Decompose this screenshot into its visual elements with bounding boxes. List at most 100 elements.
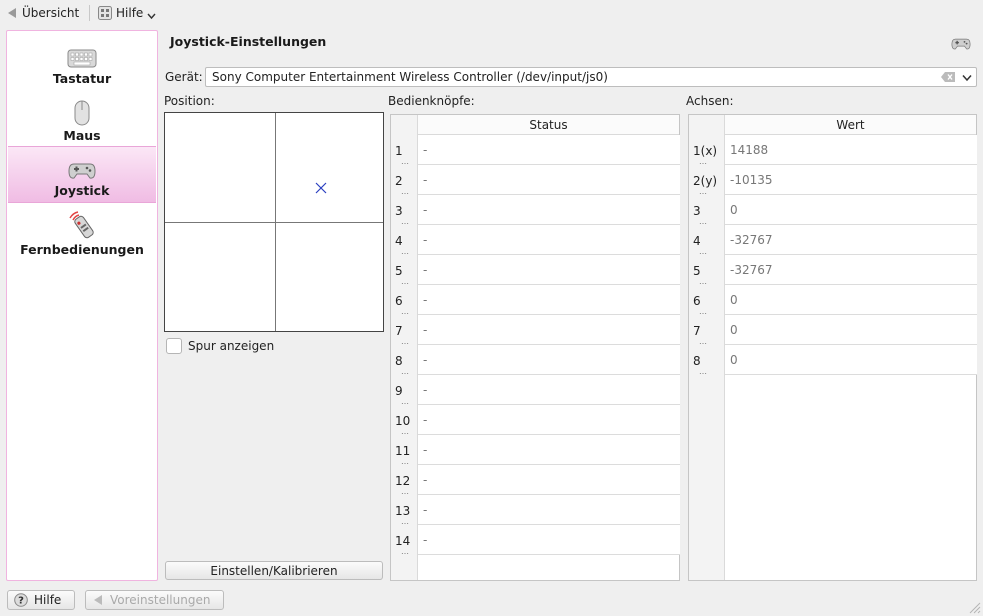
toolbar-separator (89, 5, 90, 21)
table-cell[interactable]: 0 (725, 315, 977, 345)
category-sidebar: Tastatur Maus Joystick Fernbedienungen (6, 30, 158, 581)
row-number: 2(y) (693, 174, 718, 188)
help-grid-icon (98, 6, 112, 20)
row-number: 14 (395, 534, 411, 548)
position-marker-icon (315, 182, 327, 194)
table-cell[interactable]: 14188 (725, 135, 977, 165)
overview-label: Übersicht (22, 6, 80, 20)
row-more-indicator: … (401, 337, 409, 346)
table-cell[interactable]: - (418, 225, 680, 255)
row-number: 1 (395, 144, 403, 158)
axes-table-body: 14188 -10135 0 -32767 -32767 0 0 0 (724, 135, 977, 580)
axes-label: Achsen: (686, 94, 734, 108)
sidebar-item-label: Maus (63, 128, 101, 143)
chevron-down-icon (147, 13, 156, 19)
table-cell[interactable]: - (418, 405, 680, 435)
row-number: 6 (395, 294, 403, 308)
row-number: 6 (693, 294, 701, 308)
device-label: Gerät: (165, 70, 203, 84)
row-number: 10 (395, 414, 411, 428)
sidebar-item-joystick[interactable]: Joystick (8, 146, 156, 203)
row-number: 12 (395, 474, 411, 488)
table-cell[interactable]: - (418, 525, 680, 555)
row-number: 4 (395, 234, 403, 248)
table-cell[interactable]: - (418, 375, 680, 405)
device-select[interactable]: Sony Computer Entertainment Wireless Con… (205, 67, 977, 87)
row-number: 8 (395, 354, 403, 368)
table-cell[interactable]: 0 (725, 345, 977, 375)
row-number: 7 (395, 324, 403, 338)
table-cell[interactable]: - (418, 165, 680, 195)
show-trace-checkbox[interactable]: Spur anzeigen (166, 338, 274, 354)
column-header-value[interactable]: Wert (724, 115, 976, 135)
axes-table: Wert 14188 -10135 0 -32767 -32767 0 0 0 1(x)… 2(… (688, 114, 977, 581)
overview-button[interactable]: Übersicht (6, 3, 79, 23)
svg-text:?: ? (18, 596, 24, 607)
row-more-indicator: … (401, 487, 409, 496)
row-number: 3 (693, 204, 701, 218)
row-more-indicator: … (699, 277, 707, 286)
table-cell[interactable]: - (418, 465, 680, 495)
clear-field-icon[interactable] (940, 71, 956, 83)
table-cell[interactable]: - (418, 315, 680, 345)
chevron-down-icon[interactable] (962, 74, 972, 82)
calibrate-button[interactable]: Einstellen/Kalibrieren (165, 561, 383, 580)
row-number: 9 (395, 384, 403, 398)
sidebar-item-keyboard[interactable]: Tastatur (8, 33, 156, 90)
gamepad-icon (951, 38, 971, 50)
show-trace-label: Spur anzeigen (188, 339, 275, 353)
defaults-button-label: Voreinstellungen (110, 593, 211, 607)
buttons-table-body: -------------- (417, 135, 680, 580)
row-more-indicator: … (401, 217, 409, 226)
row-more-indicator: … (401, 247, 409, 256)
row-number: 3 (395, 204, 403, 218)
row-number: 8 (693, 354, 701, 368)
checkbox-box[interactable] (166, 338, 182, 354)
back-arrow-icon (94, 595, 102, 605)
row-more-indicator: … (401, 157, 409, 166)
table-cell[interactable]: - (418, 285, 680, 315)
table-cell[interactable]: - (418, 255, 680, 285)
table-cell[interactable]: - (418, 495, 680, 525)
row-number: 13 (395, 504, 411, 518)
row-more-indicator: … (401, 457, 409, 466)
row-more-indicator: … (401, 517, 409, 526)
defaults-button[interactable]: Voreinstellungen (85, 590, 224, 610)
column-header-status[interactable]: Status (417, 115, 679, 135)
row-more-indicator: … (401, 277, 409, 286)
sidebar-item-remote[interactable]: Fernbedienungen (8, 204, 156, 261)
sidebar-item-mouse[interactable]: Maus (8, 90, 156, 147)
row-more-indicator: … (699, 337, 707, 346)
table-cell[interactable]: -32767 (725, 225, 977, 255)
table-cell[interactable]: -32767 (725, 255, 977, 285)
row-number: 5 (395, 264, 403, 278)
pad-horizontal-axis (165, 222, 383, 223)
help-menu-label: Hilfe (116, 6, 144, 20)
buttons-label: Bedienknöpfe: (388, 94, 475, 108)
table-cell[interactable]: - (418, 135, 680, 165)
sidebar-item-label: Fernbedienungen (20, 242, 144, 257)
help-menu-button[interactable]: Hilfe (98, 3, 156, 23)
resize-grip-icon[interactable] (967, 600, 981, 614)
table-cell[interactable]: 0 (725, 285, 977, 315)
row-more-indicator: … (401, 427, 409, 436)
device-value: Sony Computer Entertainment Wireless Con… (212, 70, 608, 84)
row-number: 11 (395, 444, 411, 458)
row-more-indicator: … (699, 187, 707, 196)
row-number: 4 (693, 234, 701, 248)
row-more-indicator: … (699, 307, 707, 316)
table-cell[interactable]: 0 (725, 195, 977, 225)
table-cell[interactable]: - (418, 345, 680, 375)
help-button[interactable]: ? Hilfe (7, 590, 75, 610)
row-more-indicator: … (401, 547, 409, 556)
table-cell[interactable]: -10135 (725, 165, 977, 195)
row-number: 1(x) (693, 144, 718, 158)
row-number: 7 (693, 324, 701, 338)
table-cell[interactable]: - (418, 435, 680, 465)
table-cell[interactable]: - (418, 195, 680, 225)
help-icon: ? (14, 593, 28, 607)
row-number: 2 (395, 174, 403, 188)
row-more-indicator: … (401, 187, 409, 196)
remote-control-icon (69, 211, 94, 239)
mouse-icon (74, 100, 90, 126)
